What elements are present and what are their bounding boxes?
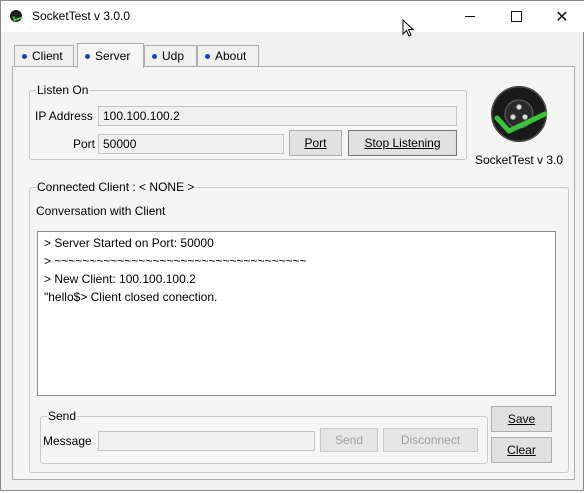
clear-button-label: Clear	[507, 443, 536, 457]
message-input[interactable]	[98, 431, 315, 451]
tab-client[interactable]: Client	[14, 45, 74, 66]
window-title: SocketTest v 3.0.0	[32, 9, 131, 23]
tab-label: Client	[32, 49, 63, 63]
connected-client-title: Connected Client : < NONE >	[36, 180, 196, 194]
send-group: Send Message Send Disconnect	[40, 409, 488, 464]
save-button-label: Save	[507, 412, 536, 426]
port-button-label: Port	[304, 136, 327, 150]
log-line: > ~~~~~~~~~~~~~~~~~~~~~~~~~~~~~~~~~~~~	[44, 254, 307, 268]
app-window: SocketTest v 3.0.0 ✕ Client Server Udp A…	[0, 0, 585, 491]
tab-dot-icon	[152, 53, 157, 59]
tab-dot-icon	[22, 53, 27, 59]
logo-caption: SocketTest v 3.0	[475, 153, 564, 167]
port-label: Port	[73, 137, 96, 151]
log-line: > Server Started on Port: 50000	[44, 236, 214, 250]
ip-address-label: IP Address	[35, 109, 93, 123]
send-button[interactable]: Send	[320, 428, 378, 452]
minimize-icon	[465, 16, 475, 17]
ip-address-field[interactable]: 100.100.100.2	[98, 106, 457, 126]
save-button[interactable]: Save	[491, 406, 552, 432]
message-label: Message	[43, 434, 92, 448]
conversation-label: Conversation with Client	[36, 204, 166, 218]
tab-udp[interactable]: Udp	[144, 45, 197, 66]
tab-label: Udp	[162, 49, 185, 63]
stop-listening-button[interactable]: Stop Listening	[348, 130, 457, 156]
listen-on-title: Listen On	[36, 83, 90, 97]
clear-button[interactable]: Clear	[491, 437, 552, 463]
send-button-label: Send	[334, 433, 364, 447]
app-icon	[10, 10, 22, 22]
listen-on-group: Listen On IP Address 100.100.100.2 Port …	[29, 83, 467, 160]
tab-label: Server	[95, 49, 131, 63]
stop-listening-label: Stop Listening	[364, 136, 441, 150]
server-tab-panel: Listen On IP Address 100.100.100.2 Port …	[12, 66, 575, 480]
send-title: Send	[47, 409, 78, 423]
tab-label: About	[215, 49, 247, 63]
tab-server[interactable]: Server	[77, 43, 144, 68]
disconnect-button-label: Disconnect	[400, 433, 461, 447]
minimize-button[interactable]	[447, 1, 493, 32]
close-icon: ✕	[555, 8, 569, 26]
log-line: "hello$> Client closed conection.	[44, 290, 218, 304]
disconnect-button[interactable]: Disconnect	[383, 428, 478, 452]
conversation-log[interactable]: > Server Started on Port: 50000 > ~~~~~~…	[37, 231, 556, 396]
connected-client-group: Connected Client : < NONE > Conversation…	[29, 180, 569, 473]
sockettest-logo-icon	[491, 86, 548, 142]
log-line: > New Client: 100.100.100.2	[44, 272, 196, 286]
tab-dot-icon	[205, 53, 210, 59]
tab-about[interactable]: About	[197, 45, 259, 66]
title-bar[interactable]: SocketTest v 3.0.0 ✕	[1, 1, 585, 37]
mouse-cursor-icon	[402, 19, 414, 37]
maximize-icon	[510, 11, 522, 22]
tab-dot-icon	[85, 53, 90, 59]
close-button[interactable]: ✕	[539, 1, 585, 32]
port-button[interactable]: Port	[289, 130, 342, 156]
port-field[interactable]: 50000	[98, 134, 284, 154]
maximize-button[interactable]	[493, 1, 539, 32]
